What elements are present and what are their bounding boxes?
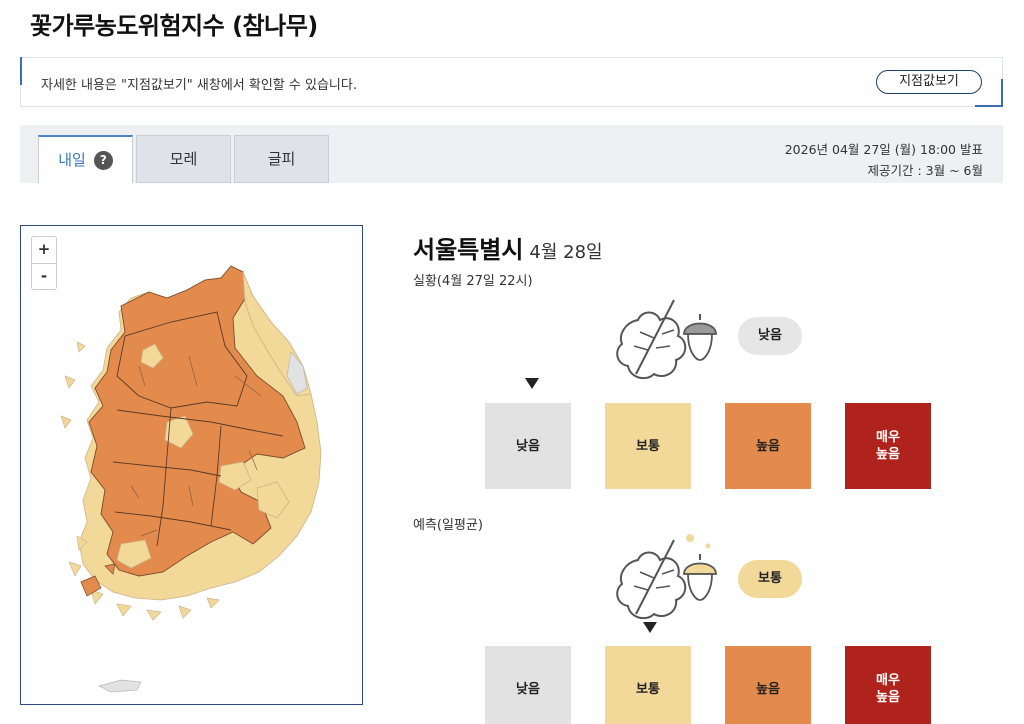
korea-pollen-map[interactable]: + - [20, 225, 363, 705]
forecast-level-high: 높음 [725, 646, 811, 724]
tab-day-after-label: 모레 [169, 150, 198, 168]
level-label: 낮음 [516, 438, 540, 454]
tab-bar: 내일? 모레 글피 2026년 04월 27일 (월) 18:00 발표 제공기… [20, 125, 1003, 183]
point-value-button[interactable]: 지점값보기 [876, 70, 982, 94]
tab-two-days-after[interactable]: 글피 [234, 135, 329, 183]
current-level-pointer-icon [525, 378, 539, 389]
tab-tomorrow-label: 내일 [58, 151, 86, 169]
current-level-low: 낮음 [485, 403, 571, 489]
level-label: 높음 [756, 438, 780, 454]
current-level-badge: 낮음 [738, 317, 802, 355]
tab-tomorrow[interactable]: 내일? [38, 135, 133, 183]
current-level-high: 높음 [725, 403, 811, 489]
level-label-line2: 높음 [876, 690, 900, 705]
current-label: 실황(4월 27일 22시) [413, 274, 533, 289]
level-label-line2: 높음 [876, 447, 900, 462]
forecast-label: 예측(일평균) [413, 518, 483, 533]
current-level-normal: 보통 [605, 403, 691, 489]
level-label: 높음 [756, 681, 780, 697]
issue-info: 2026년 04월 27일 (월) 18:00 발표 제공기간 : 3월 ~ 6… [785, 139, 983, 181]
level-label-line1: 매우 [876, 430, 900, 445]
forecast-level-badge: 보통 [738, 560, 802, 598]
forecast-level-normal: 보통 [605, 646, 691, 724]
region-date: 4월 28일 [529, 242, 603, 263]
forecast-level-low: 낮음 [485, 646, 571, 724]
level-label-line1: 매우 [876, 673, 900, 688]
forecast-level-very-high: 매우높음 [845, 646, 931, 724]
region-name: 서울특별시 [413, 236, 524, 264]
level-label: 매우높음 [876, 429, 900, 463]
help-icon[interactable]: ? [93, 151, 113, 170]
level-label: 매우높음 [876, 672, 900, 706]
notice-box: 자세한 내용은 "지점값보기" 새창에서 확인할 수 있습니다. 지점값보기 [20, 57, 1003, 107]
level-label: 보통 [636, 681, 660, 697]
zoom-out-button[interactable]: - [32, 263, 56, 289]
korea-map-icon [60, 265, 322, 693]
notice-corner-accent [1001, 79, 1003, 107]
page-title: 꽃가루농도위험지수 (참나무) [30, 12, 318, 40]
level-label: 낮음 [516, 681, 540, 697]
oak-leaf-acorn-icon [616, 534, 717, 620]
issue-datetime: 2026년 04월 27일 (월) 18:00 발표 [784, 142, 983, 157]
oak-leaf-acorn-icon [616, 299, 717, 380]
current-level-very-high: 매우높음 [845, 403, 931, 489]
tab-day-after[interactable]: 모레 [136, 135, 231, 183]
zoom-control: + - [31, 236, 57, 290]
level-label: 보통 [636, 438, 660, 454]
notice-text: 자세한 내용은 "지점값보기" 새창에서 확인할 수 있습니다. [41, 78, 357, 93]
region-heading: 서울특별시 4월 28일 [413, 230, 603, 265]
provision-period: 제공기간 : 3월 ~ 6월 [867, 163, 984, 178]
zoom-in-button[interactable]: + [32, 237, 56, 263]
forecast-level-pointer-icon [643, 622, 657, 633]
tab-two-days-after-label: 글피 [267, 150, 296, 168]
